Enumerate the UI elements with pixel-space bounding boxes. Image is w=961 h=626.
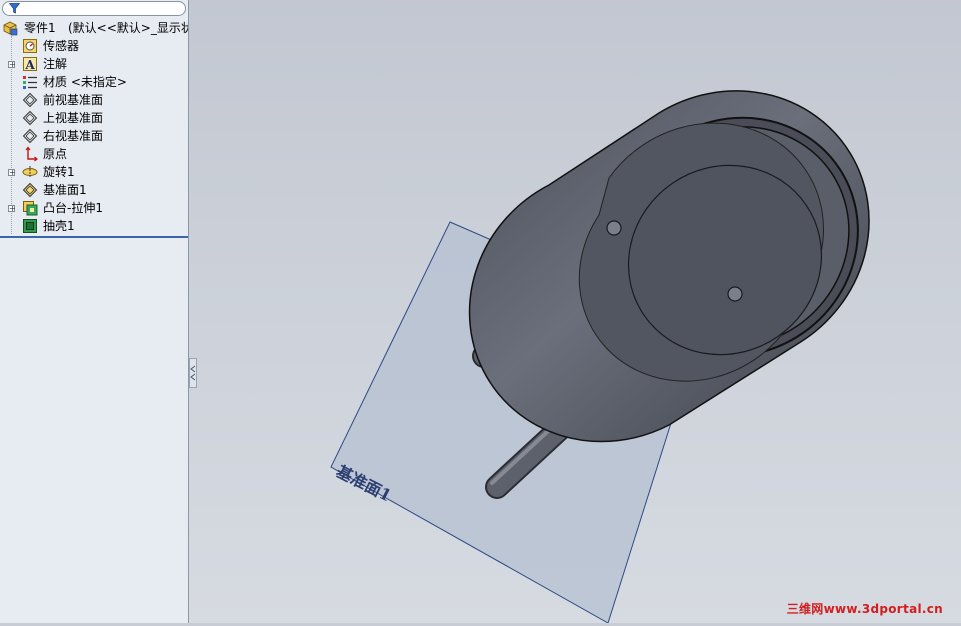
tree-item-label: 注解 [43, 57, 68, 71]
tree-root-part[interactable]: 零件1 (默认<<默认>_显示状态 [0, 19, 188, 37]
material-icon [22, 74, 38, 90]
part-icon [2, 20, 18, 36]
tree-item-label: 凸台-拉伸1 [43, 201, 103, 215]
part-name-label: 零件1 [24, 21, 56, 35]
expand-toggle[interactable]: + [8, 205, 16, 213]
tree-item-label: 上视基准面 [43, 111, 104, 125]
feature-manager-tree: 零件1 (默认<<默认>_显示状态 传感器 + A 注解 材质 <未指定> 前视… [0, 0, 189, 623]
expand-toggle[interactable]: + [8, 61, 16, 69]
plane-icon [22, 92, 38, 108]
tree-item-top-plane[interactable]: 上视基准面 [0, 109, 188, 127]
tree-item-plane1[interactable]: 基准面1 [0, 181, 188, 199]
tree-item-shell1[interactable]: 抽壳1 [0, 217, 188, 235]
expand-toggle[interactable]: + [8, 169, 16, 177]
shell-icon [22, 218, 38, 234]
plane-icon [22, 110, 38, 126]
tree-item-revolve1[interactable]: + 旋转1 [0, 163, 188, 181]
tree-item-right-plane[interactable]: 右视基准面 [0, 127, 188, 145]
tree-item-label: 旋转1 [43, 165, 75, 179]
tree-item-origin[interactable]: 原点 [0, 145, 188, 163]
cup-body[interactable] [468, 71, 905, 443]
tree-item-front-plane[interactable]: 前视基准面 [0, 91, 188, 109]
tree-item-sensors[interactable]: 传感器 [0, 37, 188, 55]
panel-collapse-handle[interactable] [189, 358, 197, 388]
origin-icon [22, 146, 38, 162]
sensor-icon [22, 38, 38, 54]
tree-item-material[interactable]: 材质 <未指定> [0, 73, 188, 91]
tree-item-boss-extrude1[interactable]: + 凸台-拉伸1 [0, 199, 188, 217]
svg-text:A: A [24, 58, 35, 72]
part-config-label: (默认<<默认>_显示状态 [68, 21, 188, 35]
filter-icon[interactable] [8, 3, 21, 17]
model-view: 基准面1 [330, 71, 905, 624]
revolve-icon [22, 164, 38, 180]
tree-item-label: 前视基准面 [43, 93, 104, 107]
rollback-bar[interactable] [0, 236, 188, 238]
extrude-icon [22, 200, 38, 216]
tree-filter-input[interactable] [2, 1, 186, 16]
tree-item-label: 基准面1 [43, 183, 87, 197]
plane-icon [22, 182, 38, 198]
tree-item-label: 材质 <未指定> [43, 75, 127, 89]
tree-item-label: 原点 [43, 147, 68, 161]
annotation-icon: A [22, 56, 38, 72]
watermark-text: 三维网www.3dportal.cn [786, 602, 943, 616]
tree-item-label: 抽壳1 [43, 219, 75, 233]
graphics-viewport[interactable]: 基准面1 三维网www.3dportal.cn [189, 0, 961, 624]
tree-item-annotations[interactable]: + A 注解 [0, 55, 188, 73]
plane-icon [22, 128, 38, 144]
tree-item-label: 传感器 [43, 39, 80, 53]
tree-item-label: 右视基准面 [43, 129, 104, 143]
